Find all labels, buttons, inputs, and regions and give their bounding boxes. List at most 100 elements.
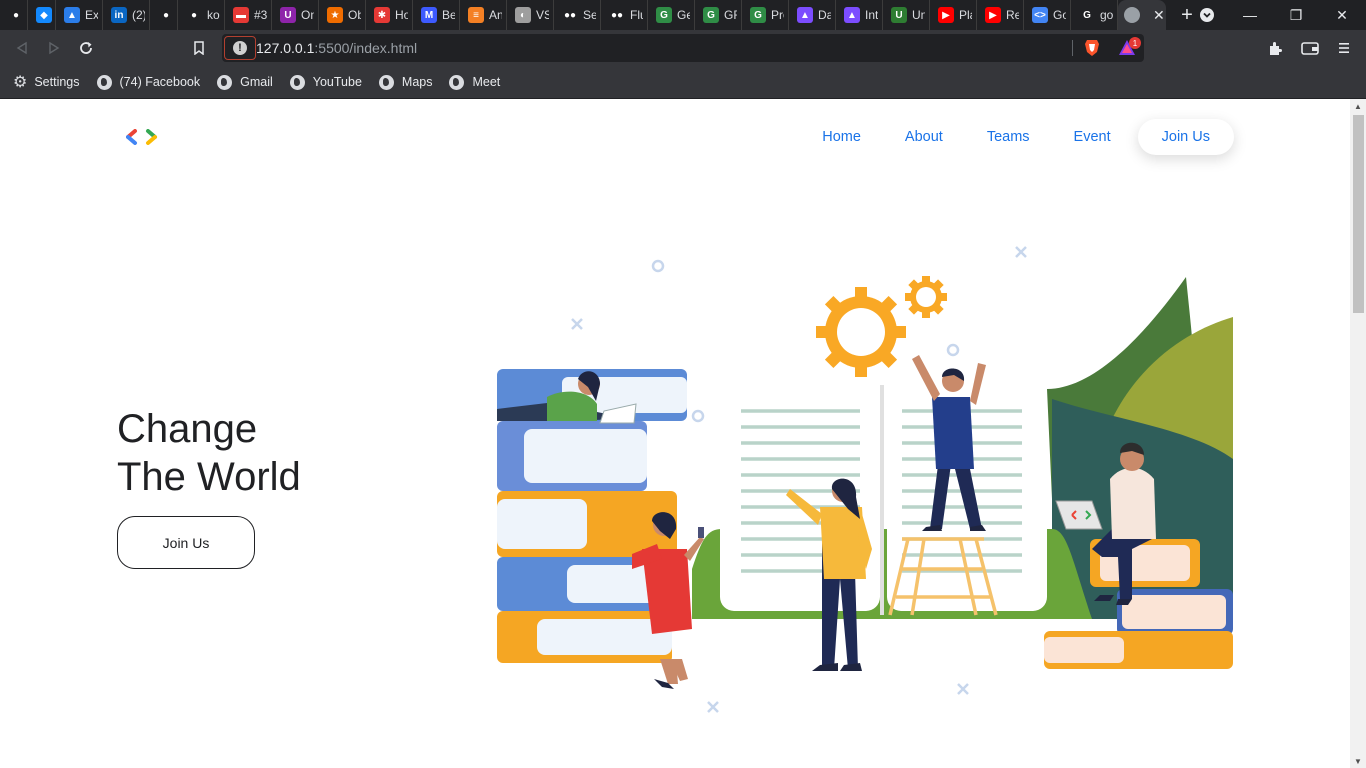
- m-icon: M: [421, 7, 437, 23]
- browser-tab[interactable]: ★ Ob: [319, 0, 366, 30]
- tab-title: Da: [818, 8, 831, 22]
- browser-tab[interactable]: ▶ Pla: [930, 0, 977, 30]
- bookmark-item[interactable]: ⚙ Settings: [13, 72, 80, 92]
- browser-tab[interactable]: ●● Se: [554, 0, 601, 30]
- gfg-icon: G: [703, 7, 719, 23]
- browser-tab[interactable]: G GF: [695, 0, 742, 30]
- browser-tab[interactable]: ▲ Da: [789, 0, 836, 30]
- tab-title: Ho: [395, 8, 408, 22]
- tab-title: GF: [724, 8, 737, 22]
- bookmark-item[interactable]: Gmail: [217, 74, 273, 90]
- browser-tab[interactable]: U On: [272, 0, 319, 30]
- browser-tab[interactable]: ◐ VS: [507, 0, 554, 30]
- nav-home-link[interactable]: Home: [800, 129, 883, 145]
- browser-tab[interactable]: ▲ Int: [836, 0, 883, 30]
- back-icon[interactable]: [10, 36, 34, 60]
- browser-tab[interactable]: <> Go: [1024, 0, 1071, 30]
- bookmark-item[interactable]: Meet: [449, 74, 501, 90]
- hero-join-button[interactable]: Join Us: [117, 516, 255, 569]
- page-scrollbar[interactable]: ▲ ▼: [1350, 99, 1366, 768]
- address-bar[interactable]: ! 127.0.0.1:5500/index.html 1: [222, 34, 1144, 62]
- open-book: [692, 385, 1092, 619]
- tab-title: go: [1100, 8, 1113, 22]
- browser-tab[interactable]: ✱ Ho: [366, 0, 413, 30]
- bookmark-label: Gmail: [240, 75, 273, 89]
- extensions-icon[interactable]: [1264, 36, 1288, 60]
- browser-tab[interactable]: Ggo: [1071, 0, 1118, 30]
- bookmark-item[interactable]: YouTube: [289, 74, 362, 90]
- brave-rewards-icon[interactable]: 1: [1118, 37, 1141, 62]
- browser-tab[interactable]: ●: [0, 0, 28, 30]
- bookmark-item[interactable]: (74) Facebook: [96, 74, 200, 90]
- reload-icon[interactable]: [74, 36, 98, 60]
- gear-icon: [816, 276, 947, 377]
- browser-tab-active[interactable]: ✕: [1118, 0, 1166, 30]
- close-tab-icon[interactable]: ✕: [1153, 7, 1165, 24]
- rewards-badge: 1: [1129, 37, 1141, 49]
- dart-icon: ◆: [36, 7, 52, 23]
- browser-tab[interactable]: G Pro: [742, 0, 789, 30]
- asterisk-icon: ✱: [374, 7, 390, 23]
- tab-title: VS: [536, 8, 549, 22]
- browser-tab[interactable]: U Un: [883, 0, 930, 30]
- linkedin-icon: in: [111, 7, 127, 23]
- browser-tab[interactable]: G Ge: [648, 0, 695, 30]
- globe-icon: [449, 74, 465, 90]
- globe-icon: [289, 74, 305, 90]
- tab-title: Int: [865, 8, 878, 22]
- globe-icon: [217, 74, 233, 90]
- star-icon: ★: [327, 7, 343, 23]
- tab-title: #3: [254, 8, 267, 22]
- bar-icon: ▬: [233, 7, 249, 23]
- nav-teams-link[interactable]: Teams: [965, 129, 1052, 145]
- browser-tab[interactable]: in (2): [103, 0, 150, 30]
- omnibox-divider: [1072, 40, 1073, 56]
- browser-tab[interactable]: ▲ Ext: [56, 0, 103, 30]
- browser-tab[interactable]: ● ko: [178, 0, 225, 30]
- tab-title: Pla: [959, 8, 972, 22]
- gdsc-logo-icon[interactable]: [126, 129, 160, 145]
- browser-tab[interactable]: ●● Flu: [601, 0, 648, 30]
- tab-strip: ●◆▲Extin(2)●●ko▬#3UOn★Ob✱HoMBe≡An◐VS●●Se…: [0, 0, 1366, 30]
- tab-title: Se: [583, 8, 596, 22]
- bookmark-label: Maps: [401, 75, 433, 89]
- shield-icon: U: [891, 7, 907, 23]
- url-text: 127.0.0.1:5500/index.html: [256, 40, 418, 56]
- browser-tab[interactable]: ▬ #3: [225, 0, 272, 30]
- forward-icon[interactable]: [42, 36, 66, 60]
- bookmark-label: Meet: [472, 75, 501, 89]
- browser-tab[interactable]: ◆: [28, 0, 56, 30]
- brave-shield-icon[interactable]: [1084, 39, 1100, 62]
- medium-icon: ●●: [610, 9, 624, 21]
- tab-search-icon[interactable]: [1184, 0, 1230, 30]
- tab-title: Pro: [771, 8, 784, 22]
- browser-tab[interactable]: ≡ An: [460, 0, 507, 30]
- nav-about-link[interactable]: About: [883, 129, 965, 145]
- vs-icon: ◐: [515, 7, 531, 23]
- bookmark-icon[interactable]: [187, 36, 211, 60]
- nav-join-button[interactable]: Join Us: [1137, 119, 1234, 155]
- nav-event-link[interactable]: Event: [1052, 129, 1133, 145]
- hero-title-line2: The World: [117, 455, 301, 499]
- tab-title: On: [301, 8, 314, 22]
- tab-title: Re: [1006, 8, 1019, 22]
- rocket-icon: ▲: [844, 7, 860, 23]
- scroll-up-icon[interactable]: ▲: [1350, 99, 1366, 113]
- minimize-icon[interactable]: —: [1227, 0, 1273, 30]
- menu-icon[interactable]: [1332, 36, 1356, 60]
- browser-tab[interactable]: ▶ Re: [977, 0, 1024, 30]
- tab-title: Flu: [630, 8, 643, 22]
- google-icon: G: [1083, 9, 1091, 21]
- rocket-icon: ▲: [797, 7, 813, 23]
- tab-title: Be: [442, 8, 455, 22]
- site-info-icon[interactable]: !: [224, 36, 256, 60]
- scroll-down-icon[interactable]: ▼: [1350, 754, 1366, 768]
- browser-tab[interactable]: ●: [150, 0, 178, 30]
- browser-tab[interactable]: M Be: [413, 0, 460, 30]
- wallet-icon[interactable]: [1298, 36, 1322, 60]
- bookmark-item[interactable]: Maps: [378, 74, 433, 90]
- close-window-icon[interactable]: ✕: [1319, 0, 1365, 30]
- github-icon: ●: [162, 9, 170, 21]
- scroll-thumb[interactable]: [1353, 115, 1364, 313]
- restore-icon[interactable]: ❐: [1273, 0, 1319, 30]
